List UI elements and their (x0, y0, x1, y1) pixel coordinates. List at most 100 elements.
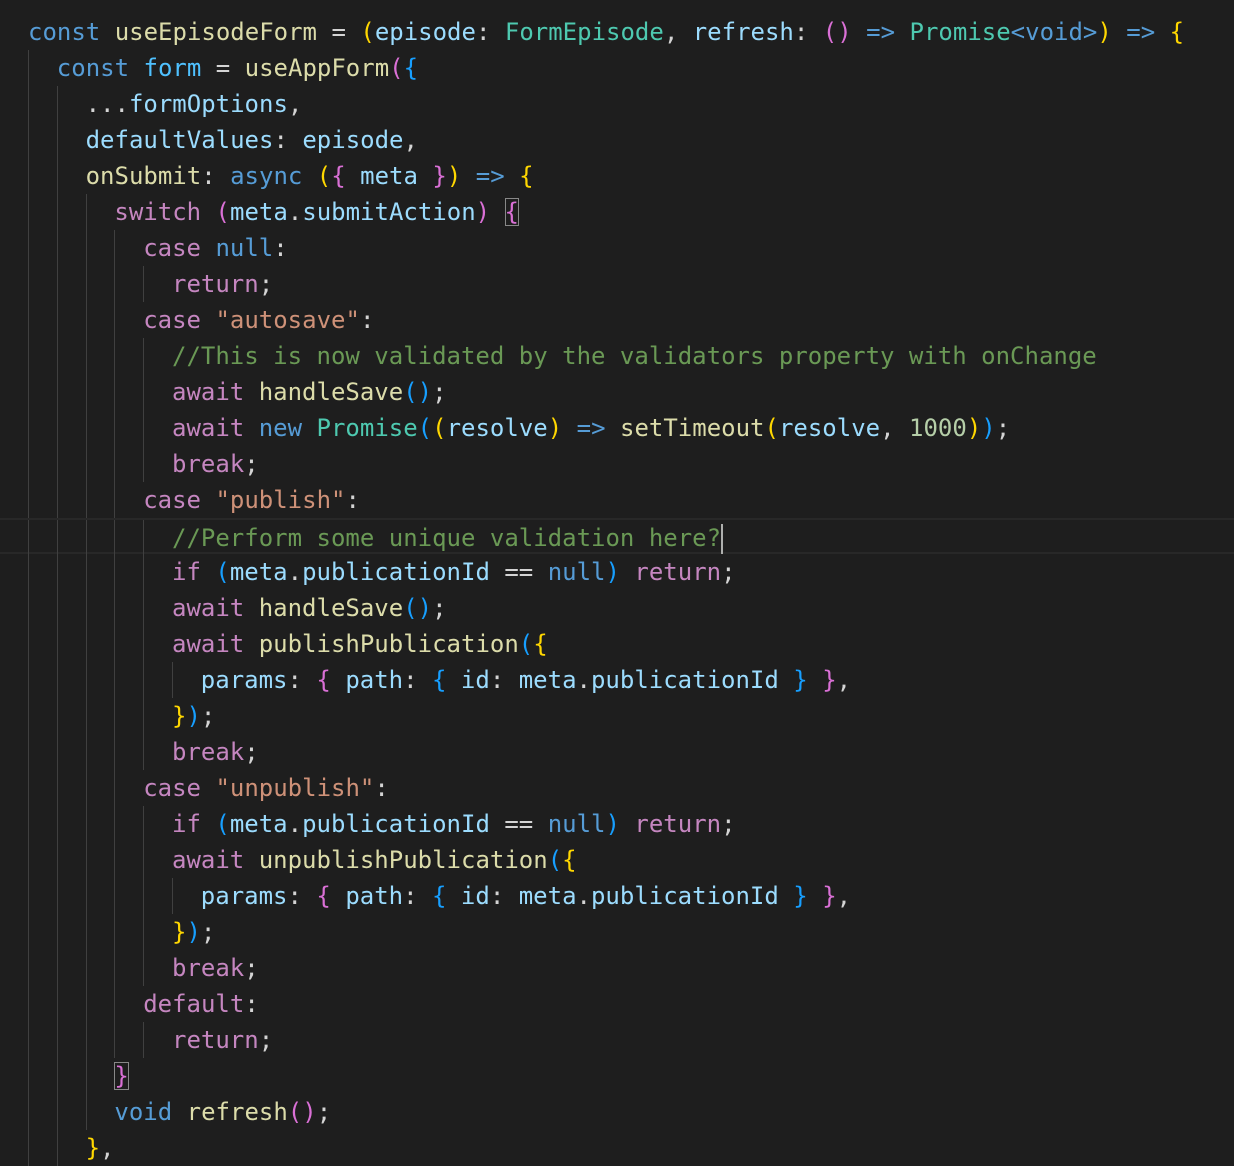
indent-guide (85, 1058, 87, 1094)
code-token: == (489, 558, 548, 586)
indent-guide (28, 86, 29, 122)
code-line[interactable]: params: { path: { id: meta.publicationId… (0, 878, 1234, 914)
line-content: if (meta.publicationId == null) return; (172, 806, 736, 842)
code-line[interactable]: case "unpublish": (0, 770, 1234, 806)
indent-guide (28, 842, 29, 878)
code-line[interactable]: break; (0, 446, 1234, 482)
code-token: { (562, 846, 577, 874)
indent-guide (85, 410, 87, 446)
code-token: break (172, 450, 245, 478)
indent-guide (143, 374, 145, 410)
code-line[interactable]: params: { path: { id: meta.publicationId… (0, 662, 1234, 698)
indent-guide (28, 1130, 29, 1166)
code-line[interactable]: break; (0, 734, 1234, 770)
code-token: { (519, 162, 534, 190)
line-content: break; (172, 446, 259, 482)
indent-guide (56, 446, 58, 482)
indent-guide (85, 1022, 87, 1058)
code-token: Promise (316, 414, 418, 442)
indent-guide (56, 410, 58, 446)
indent-guide (85, 482, 87, 518)
code-line[interactable]: void refresh(); (0, 1094, 1234, 1130)
code-line[interactable]: await publishPublication({ (0, 626, 1234, 662)
code-line[interactable]: //This is now validated by the validator… (0, 338, 1234, 374)
code-line[interactable]: return; (0, 1022, 1234, 1058)
code-token: meta (360, 162, 418, 190)
indent-guide (28, 1058, 29, 1094)
code-token: : (244, 990, 259, 1018)
code-line[interactable]: }); (0, 698, 1234, 734)
code-line[interactable]: await unpublishPublication({ (0, 842, 1234, 878)
code-token: ; (995, 414, 1011, 442)
code-line[interactable]: break; (0, 950, 1234, 986)
indent-guide (114, 986, 116, 1022)
indent-guide (28, 230, 29, 266)
code-token: submitAction (302, 198, 476, 226)
code-token: : (403, 882, 433, 910)
code-line[interactable]: await new Promise((resolve) => setTimeou… (0, 410, 1234, 446)
indent-guide (85, 734, 87, 770)
indent-guide (172, 662, 173, 698)
code-line[interactable]: }); (0, 914, 1234, 950)
code-token: publishPublication (258, 630, 519, 658)
indent-guide (85, 374, 87, 410)
code-line[interactable]: case null: (0, 230, 1234, 266)
indent-guide (143, 590, 145, 626)
code-token: if (172, 810, 201, 838)
indent-guide (85, 626, 87, 662)
code-token: { (432, 666, 447, 694)
code-line[interactable]: return; (0, 266, 1234, 302)
code-token: . (576, 666, 591, 694)
code-token: } (822, 666, 837, 694)
code-line[interactable]: ...formOptions, (0, 86, 1234, 122)
code-token: } (432, 162, 447, 190)
indent-guide (85, 590, 87, 626)
code-token: > (1082, 18, 1098, 46)
indent-guide (114, 842, 116, 878)
indent-guide (85, 1094, 87, 1130)
text-cursor (721, 524, 724, 554)
code-token: onSubmit (85, 162, 202, 190)
code-line[interactable]: }, (0, 1130, 1234, 1166)
indent-guide (85, 986, 87, 1022)
code-line[interactable]: case "autosave": (0, 302, 1234, 338)
code-line[interactable]: defaultValues: episode, (0, 122, 1234, 158)
indent-guide (85, 554, 87, 590)
code-token: ) (547, 414, 563, 442)
indent-guide (28, 1022, 29, 1058)
code-line[interactable]: //Perform some unique validation here? (0, 518, 1234, 556)
code-token: async (230, 162, 303, 190)
code-line[interactable]: default: (0, 986, 1234, 1022)
code-line[interactable]: onSubmit: async ({ meta }) => { (0, 158, 1234, 194)
line-content: void refresh(); (114, 1094, 331, 1130)
code-token: case (143, 486, 201, 514)
code-token: ; (721, 558, 736, 586)
code-token: , (403, 126, 418, 154)
code-line[interactable]: if (meta.publicationId == null) return; (0, 554, 1234, 590)
code-line[interactable]: case "publish": (0, 482, 1234, 518)
code-line[interactable]: const form = useAppForm({ (0, 50, 1234, 86)
code-token: . (576, 882, 591, 910)
code-token: ; (258, 270, 274, 298)
line-content: await publishPublication({ (172, 626, 548, 662)
code-line[interactable]: await handleSave(); (0, 374, 1234, 410)
line-content: }, (86, 1130, 115, 1166)
code-token: ) (605, 558, 620, 586)
code-line[interactable]: const useEpisodeForm = (episode: FormEpi… (0, 14, 1234, 50)
code-line[interactable]: await handleSave(); (0, 590, 1234, 626)
code-token: () (403, 594, 433, 622)
code-line[interactable]: switch (meta.submitAction) { (0, 194, 1234, 230)
code-editor[interactable]: const useEpisodeForm = (episode: FormEpi… (0, 0, 1234, 1166)
code-token: ( (432, 414, 447, 442)
code-token: : (273, 126, 303, 154)
code-token: null (215, 234, 274, 262)
code-line[interactable]: } (0, 1058, 1234, 1094)
indent-guide (114, 950, 116, 986)
code-line[interactable]: if (meta.publicationId == null) return; (0, 806, 1234, 842)
indent-guide (85, 842, 87, 878)
